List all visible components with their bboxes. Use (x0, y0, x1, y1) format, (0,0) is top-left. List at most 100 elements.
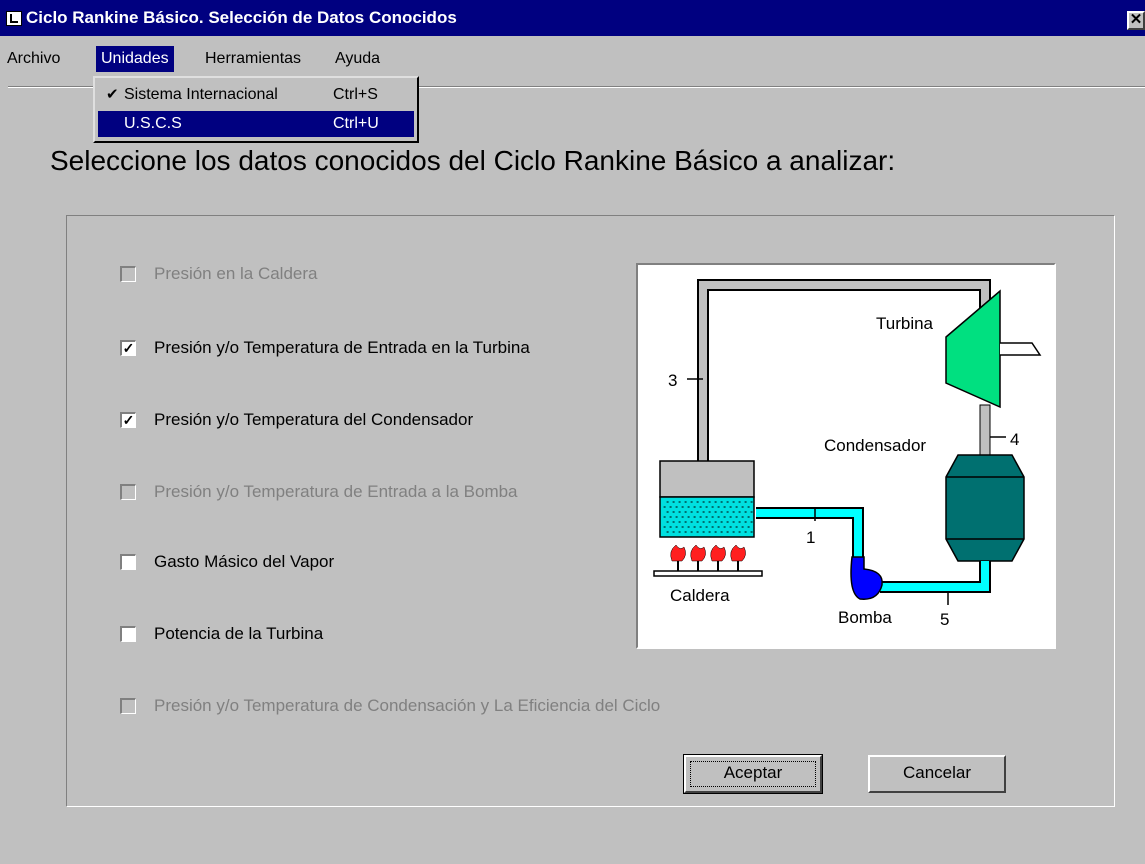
title-bar: Ciclo Rankine Básico. Selección de Datos… (0, 0, 1145, 36)
bubble (684, 521, 687, 523)
water-pipe-condensate-inner (880, 561, 989, 591)
bubble (693, 526, 696, 528)
bubble (726, 521, 729, 523)
bubble (738, 521, 741, 523)
bubble (750, 521, 753, 523)
bubble (681, 506, 684, 508)
bubble (666, 511, 669, 513)
bubble (750, 501, 753, 503)
rankine-cycle-diagram: Turbina Condensador Caldera Bomba 3 4 1 … (636, 263, 1056, 649)
checkbox[interactable] (120, 554, 136, 570)
menu-archivo-label: Archivo (7, 50, 61, 67)
flame (710, 544, 726, 562)
menu-ayuda-label: Ayuda (335, 50, 381, 67)
steam-pipe-inner (699, 281, 989, 461)
checkbox[interactable] (120, 484, 136, 500)
bubble (684, 511, 687, 513)
bubble (729, 526, 732, 528)
menu-item-uscs[interactable]: U.S.C.S Ctrl+U (98, 111, 414, 137)
bubble (726, 531, 729, 533)
bubble (741, 516, 744, 518)
bubble (693, 506, 696, 508)
bubble (714, 501, 717, 503)
checkbox-label: Potencia de la Turbina (154, 624, 324, 643)
bubble (699, 516, 702, 518)
bubble (699, 526, 702, 528)
bubble (702, 531, 705, 533)
checkbox[interactable] (120, 266, 136, 282)
condenser-shape (945, 454, 1025, 562)
bubble (711, 526, 714, 528)
bubble (705, 506, 708, 508)
menu-ayuda[interactable]: Ayuda (330, 46, 385, 72)
checkbox-label: Presión y/o Temperatura de Entrada a la … (154, 482, 518, 501)
checkbox[interactable]: ✓ (120, 412, 136, 428)
bubble (684, 531, 687, 533)
checkbox-label: Presión en la Caldera (154, 264, 318, 283)
bubble (720, 521, 723, 523)
menu-unidades[interactable]: Unidades (96, 46, 174, 72)
aceptar-button[interactable]: Aceptar (683, 754, 823, 794)
bubble (714, 531, 717, 533)
bubble (687, 506, 690, 508)
bubble (675, 516, 678, 518)
bubble (738, 511, 741, 513)
bubble (708, 531, 711, 533)
bubble (738, 531, 741, 533)
bubble (696, 531, 699, 533)
bubble (687, 516, 690, 518)
steam-pipe (697, 279, 991, 461)
checkbox[interactable] (120, 698, 136, 714)
checkbox[interactable] (120, 626, 136, 642)
bubble (669, 526, 672, 528)
bubble (678, 531, 681, 533)
bubble (732, 531, 735, 533)
bubble (720, 531, 723, 533)
checkmark-icon: ✔ (106, 86, 119, 103)
bubble (672, 531, 675, 533)
burner-flames (670, 544, 746, 562)
menu-item-shortcut: Ctrl+U (333, 115, 379, 132)
menu-archivo[interactable]: Archivo (2, 46, 65, 72)
checkbox-label: Presión y/o Temperatura de Entrada en la… (154, 338, 530, 357)
turbine-shaft (1000, 342, 1042, 356)
cancelar-label: Cancelar (902, 763, 972, 782)
label-state-5: 5 (940, 610, 949, 629)
menu-herramientas[interactable]: Herramientas (200, 46, 306, 72)
bubble (690, 501, 693, 503)
checkbox[interactable]: ✓ (120, 340, 136, 356)
label-state-1: 1 (806, 528, 815, 547)
rankine-cycle-figure: Turbina Condensador Caldera Bomba 3 4 1 … (653, 279, 1042, 629)
bubble (717, 516, 720, 518)
bubble (708, 501, 711, 503)
bubble (723, 516, 726, 518)
bubble (705, 516, 708, 518)
bubble (666, 501, 669, 503)
window-title: Ciclo Rankine Básico. Selección de Datos… (26, 8, 457, 27)
bubble (720, 501, 723, 503)
bubble (687, 526, 690, 528)
bubble (741, 506, 744, 508)
bubble (735, 506, 738, 508)
checkbox-label: Presión y/o Temperatura del Condensador (154, 410, 474, 429)
menu-item-sistema-internacional[interactable]: ✔ Sistema Internacional Ctrl+S (98, 82, 414, 108)
bubble (732, 511, 735, 513)
bubble (672, 521, 675, 523)
bubble (705, 526, 708, 528)
bubble (708, 511, 711, 513)
bubble (714, 521, 717, 523)
bubble (723, 526, 726, 528)
bubble (744, 521, 747, 523)
bubble (663, 516, 666, 518)
close-button[interactable]: ✕ (1127, 11, 1145, 30)
label-turbina: Turbina (876, 314, 934, 333)
bubble (666, 531, 669, 533)
cancelar-button[interactable]: Cancelar (868, 755, 1006, 793)
bubble (690, 511, 693, 513)
bubble (738, 501, 741, 503)
bubble (684, 501, 687, 503)
label-state-3: 3 (668, 371, 677, 390)
bubble (717, 526, 720, 528)
bubble (744, 501, 747, 503)
bubble (714, 511, 717, 513)
